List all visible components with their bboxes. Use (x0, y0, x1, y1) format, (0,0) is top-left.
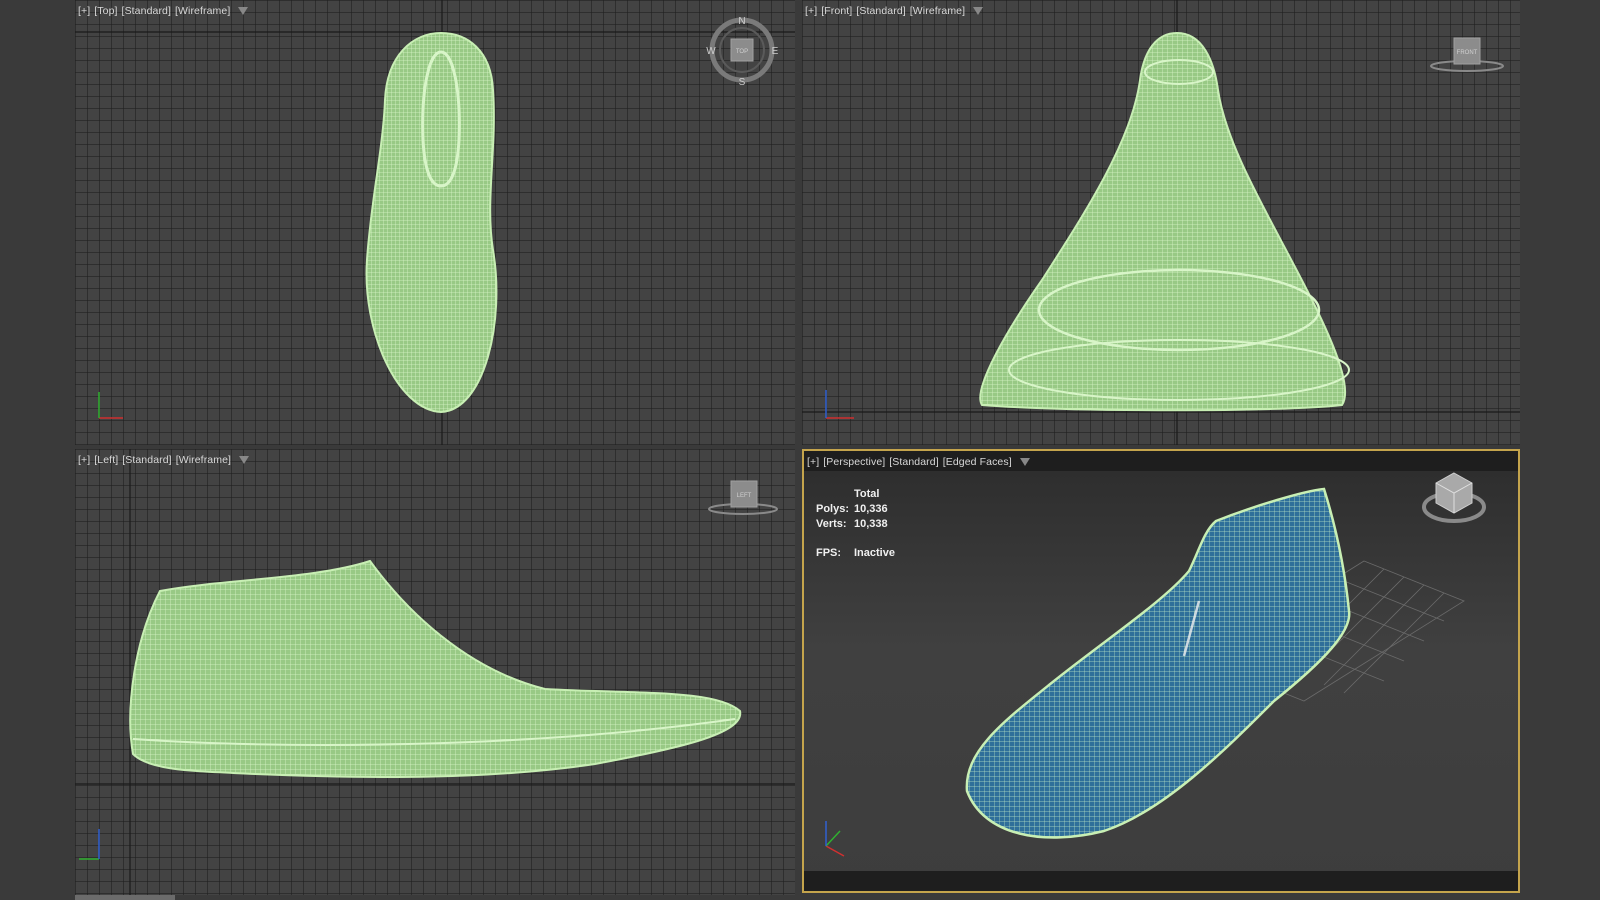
viewport-menu-plus[interactable]: [+] (807, 456, 819, 468)
shoe-last-top-wireframe (365, 31, 498, 414)
axis-gizmo-icon (825, 390, 854, 419)
shoe-last-side-wireframe (129, 559, 742, 778)
viewport-label-top: [+] [Top] [Standard] [Wireframe] (78, 5, 249, 17)
viewport-display-menu[interactable]: [Wireframe] (910, 5, 965, 17)
viewcube-icon: LEFT (708, 480, 778, 515)
polys-value: 10,336 (854, 503, 888, 515)
viewport-menu-plus[interactable]: [+] (78, 5, 90, 17)
svg-text:S: S (739, 77, 746, 88)
filter-icon[interactable] (973, 7, 984, 16)
fps-label: FPS: (816, 547, 842, 559)
left-view-canvas: LEFT (75, 449, 795, 895)
viewport-point-of-view-menu[interactable]: [Perspective] (823, 456, 885, 468)
compass-icon: TOP N S E W (706, 16, 778, 88)
filter-icon[interactable] (1019, 458, 1030, 467)
viewport-left[interactable]: [+] [Left] [Standard] [Wireframe] LEFT (75, 449, 795, 895)
viewport-display-menu[interactable]: [Edged Faces] (943, 456, 1012, 468)
viewport-display-menu[interactable]: [Wireframe] (175, 5, 230, 17)
filter-icon[interactable] (238, 7, 249, 16)
fps-value: Inactive (854, 547, 895, 559)
viewport-label-front: [+] [Front] [Standard] [Wireframe] (805, 5, 984, 17)
perspective-view-canvas (825, 472, 1486, 857)
viewport-display-menu[interactable]: [Wireframe] (176, 454, 231, 466)
polys-label: Polys: (816, 503, 850, 515)
svg-text:W: W (706, 46, 716, 57)
viewport-point-of-view-menu[interactable]: [Front] (821, 5, 852, 17)
verts-value: 10,338 (854, 518, 888, 530)
viewport-label-left: [+] [Left] [Standard] [Wireframe] (78, 454, 250, 466)
viewport-menu-plus[interactable]: [+] (805, 5, 817, 17)
left-panel-frame (0, 0, 75, 900)
axis-gizmo-icon (825, 821, 845, 857)
viewport-shading-menu[interactable]: [Standard] (889, 456, 938, 468)
svg-text:LEFT: LEFT (737, 493, 752, 499)
viewport-menu-plus[interactable]: [+] (78, 454, 90, 466)
front-view-canvas: FRONT (802, 0, 1520, 445)
viewcube-icon: FRONT (1430, 37, 1504, 72)
timeline-strip (75, 895, 175, 900)
shoe-last-perspective-mesh (965, 487, 1351, 839)
viewport-point-of-view-menu[interactable]: [Top] (94, 5, 117, 17)
viewport-shading-menu[interactable]: [Standard] (122, 5, 171, 17)
scene-statistics: Total Polys: 10,336 Verts: 10,338 FPS: Inac… (816, 487, 895, 561)
top-view-canvas: TOP N S E W (75, 0, 795, 445)
axis-gizmo-icon (79, 829, 100, 860)
viewport-point-of-view-menu[interactable]: [Left] (94, 454, 118, 466)
viewcube-icon (1422, 472, 1486, 523)
verts-label: Verts: (816, 518, 847, 530)
svg-text:N: N (738, 16, 745, 27)
svg-text:TOP: TOP (736, 49, 748, 55)
filter-icon[interactable] (239, 456, 250, 465)
viewport-shading-menu[interactable]: [Standard] (122, 454, 171, 466)
svg-text:FRONT: FRONT (1457, 50, 1478, 56)
viewport-label-perspective: [+] [Perspective] [Standard] [Edged Faces] (807, 456, 1030, 468)
viewport-shading-menu[interactable]: [Standard] (856, 5, 905, 17)
right-panel-frame (1522, 0, 1600, 900)
viewport-front[interactable]: [+] [Front] [Standard] [Wireframe] FRONT (802, 0, 1520, 445)
axis-gizmo-icon (98, 392, 123, 419)
svg-text:E: E (772, 46, 779, 57)
viewport-perspective[interactable]: [+] [Perspective] [Standard] [Edged Faces] … (802, 449, 1520, 893)
viewport-top[interactable]: [+] [Top] [Standard] [Wireframe] TOP N S E … (75, 0, 795, 445)
stats-header: Total (854, 488, 880, 500)
